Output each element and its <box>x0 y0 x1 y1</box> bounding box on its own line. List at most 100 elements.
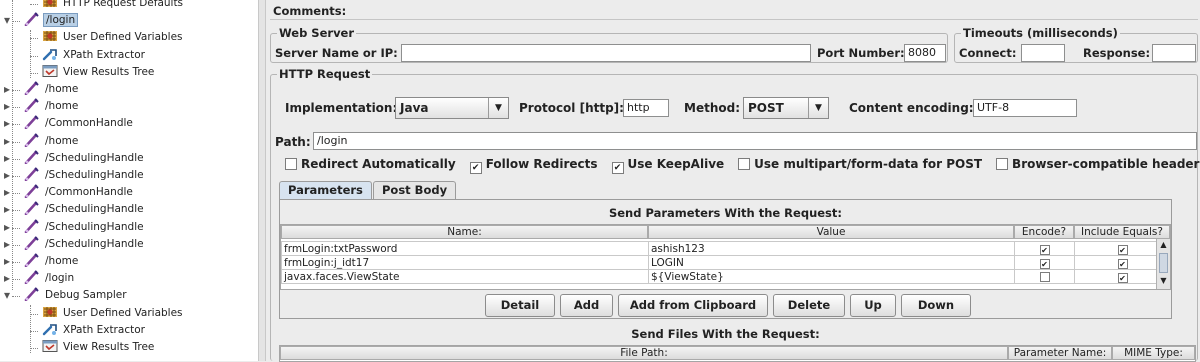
col-encode-header[interactable]: Encode? <box>1014 225 1074 239</box>
tree-node[interactable]: /home <box>24 98 80 115</box>
test-plan-tree[interactable]: HTTP Request Defaults/login ▾ User Defined… <box>0 0 258 361</box>
pane-splitter[interactable] <box>258 0 266 361</box>
checkbox-empty-icon[interactable] <box>738 158 751 170</box>
table-scrollbar[interactable]: ▲ ▼ <box>1156 239 1170 289</box>
connect-timeout-input[interactable] <box>1021 44 1065 62</box>
col-parameter-name-header[interactable]: Parameter Name: <box>1008 346 1112 360</box>
tree-node[interactable]: /CommonHandle <box>24 184 135 201</box>
tree-node[interactable]: XPath Extractor <box>42 47 147 64</box>
col-name-header[interactable]: Name: <box>281 225 648 239</box>
tree-node[interactable]: XPath Extractor <box>42 322 147 339</box>
tree-node[interactable]: User Defined Variables <box>42 305 185 322</box>
files-table[interactable]: File Path: Parameter Name: MIME Type: <box>279 345 1196 362</box>
option-checkbox[interactable]: Redirect Automatically <box>285 157 456 171</box>
options-row: Redirect Automatically ✔ Follow Redirects ✔… <box>285 157 1200 175</box>
tree-node[interactable]: /home <box>24 253 80 270</box>
col-include-equals-header[interactable]: Include Equals? <box>1074 225 1170 239</box>
tab-post-body[interactable]: Post Body <box>373 181 457 199</box>
tree-collapsed-icon[interactable]: ▸ <box>2 82 12 97</box>
tree-node[interactable]: Debug Sampler <box>24 287 129 304</box>
tree-collapsed-icon[interactable]: ▸ <box>2 202 12 217</box>
tree-node[interactable]: /SchedulingHandle <box>24 150 146 167</box>
checkbox-checked-icon[interactable]: ✔ <box>1039 245 1050 255</box>
param-value-cell[interactable]: ${ViewState} <box>648 269 1015 284</box>
add-from-clipboard-button[interactable]: Add from Clipboard <box>618 294 768 317</box>
col-file-path-header[interactable]: File Path: <box>280 346 1008 360</box>
tree-collapsed-icon[interactable]: ▸ <box>2 254 12 269</box>
checkbox-checked-icon[interactable]: ✔ <box>1117 245 1128 255</box>
tree-node[interactable]: /SchedulingHandle <box>24 218 146 236</box>
tree-node[interactable]: /login <box>24 270 76 287</box>
param-value-cell[interactable]: LOGIN <box>648 255 1015 270</box>
table-row[interactable]: frmLogin:j_idt17 LOGIN ✔ ✔ <box>281 255 1170 270</box>
port-number-input[interactable]: 8080 <box>904 44 946 62</box>
checkbox-checked-icon[interactable]: ✔ <box>1039 259 1050 269</box>
table-row[interactable]: javax.faces.ViewState ${ViewState} ✔ <box>281 269 1170 284</box>
tree-node[interactable]: /home <box>24 81 80 98</box>
tree-collapsed-icon[interactable]: ▸ <box>2 220 12 235</box>
param-value-cell[interactable]: ashish123 <box>648 241 1015 256</box>
option-checkbox[interactable]: Use multipart/form-data for POST <box>738 157 982 171</box>
tab-parameters[interactable]: Parameters <box>279 181 372 199</box>
path-input[interactable]: /login <box>313 132 1197 150</box>
detail-button[interactable]: Detail <box>485 294 555 317</box>
protocol-input[interactable]: http <box>623 99 669 117</box>
col-mime-type-header[interactable]: MIME Type: <box>1112 346 1195 360</box>
delete-button[interactable]: Delete <box>773 294 845 317</box>
checkbox-checked-icon[interactable]: ✔ <box>469 162 482 174</box>
tree-expanded-icon[interactable]: ▾ <box>2 288 12 303</box>
tree-node-label: /home <box>45 83 79 95</box>
up-button[interactable]: Up <box>850 294 896 317</box>
tree-expanded-icon[interactable]: ▾ <box>2 13 12 28</box>
tree-node[interactable]: View Results Tree <box>42 64 156 81</box>
content-encoding-input[interactable]: UTF-8 <box>973 99 1077 117</box>
tree-collapsed-icon[interactable]: ▸ <box>2 116 12 131</box>
tree-node[interactable]: /SchedulingHandle <box>24 201 146 218</box>
checkbox-checked-icon[interactable]: ✔ <box>1117 259 1128 269</box>
checkbox-checked-icon[interactable]: ✔ <box>611 162 624 174</box>
tree-collapsed-icon[interactable]: ▸ <box>2 99 12 114</box>
tree-node[interactable]: User Defined Variables <box>42 29 185 46</box>
tree-node[interactable]: View Results Tree <box>42 339 156 356</box>
option-checkbox[interactable]: Browser-compatible headers <box>996 157 1200 171</box>
checkbox-empty-icon[interactable] <box>285 158 297 170</box>
checkbox-empty-icon[interactable] <box>996 158 1009 170</box>
implementation-select[interactable]: Java ▼ <box>395 97 509 119</box>
checkbox-checked-icon[interactable]: ✔ <box>1117 273 1128 283</box>
tree-collapsed-icon[interactable]: ▸ <box>2 151 12 166</box>
param-encode-cell[interactable]: ✔ <box>1014 255 1075 270</box>
tree-node[interactable]: HTTP Request Defaults <box>42 0 185 12</box>
content-encoding-label: Content encoding: <box>849 101 974 115</box>
parameters-table[interactable]: Name: Value Encode? Include Equals? frmL… <box>280 224 1171 290</box>
tree-node[interactable]: /CommonHandle <box>24 115 135 132</box>
table-row[interactable]: frmLogin:txtPassword ashish123 ✔ ✔ <box>281 241 1170 256</box>
tree-collapsed-icon[interactable]: ▸ <box>2 168 12 183</box>
scroll-thumb[interactable] <box>1159 253 1168 273</box>
tree-node[interactable]: /SchedulingHandle <box>24 236 146 253</box>
method-select[interactable]: POST ▼ <box>743 97 829 119</box>
tree-collapsed-icon[interactable]: ▸ <box>2 271 12 286</box>
tree-node-label: /login <box>43 13 79 28</box>
param-name-cell[interactable]: frmLogin:txtPassword <box>281 241 649 256</box>
param-name-cell[interactable]: javax.faces.ViewState <box>281 269 649 284</box>
option-checkbox[interactable]: ✔ Follow Redirects <box>469 157 598 174</box>
tree-collapsed-icon[interactable]: ▸ <box>2 185 12 200</box>
tree-node[interactable]: /login <box>24 12 79 29</box>
tree-node[interactable]: /home <box>24 132 80 150</box>
server-name-input[interactable] <box>401 44 811 62</box>
config-icon <box>42 305 58 319</box>
option-checkbox[interactable]: ✔ Use KeepAlive <box>611 157 724 174</box>
add-button[interactable]: Add <box>560 294 613 317</box>
col-value-header[interactable]: Value <box>648 225 1014 239</box>
scroll-up-icon[interactable]: ▲ <box>1157 239 1170 251</box>
down-button[interactable]: Down <box>901 294 971 317</box>
param-encode-cell[interactable] <box>1014 269 1075 284</box>
param-name-cell[interactable]: frmLogin:j_idt17 <box>281 255 649 270</box>
tree-collapsed-icon[interactable]: ▸ <box>2 237 12 252</box>
scroll-down-icon[interactable]: ▼ <box>1157 275 1170 287</box>
tree-node[interactable]: /SchedulingHandle <box>24 167 146 184</box>
checkbox-empty-icon[interactable] <box>1039 271 1050 282</box>
response-timeout-input[interactable] <box>1152 44 1196 62</box>
param-encode-cell[interactable]: ✔ <box>1014 241 1075 256</box>
tree-collapsed-icon[interactable]: ▸ <box>2 134 12 149</box>
